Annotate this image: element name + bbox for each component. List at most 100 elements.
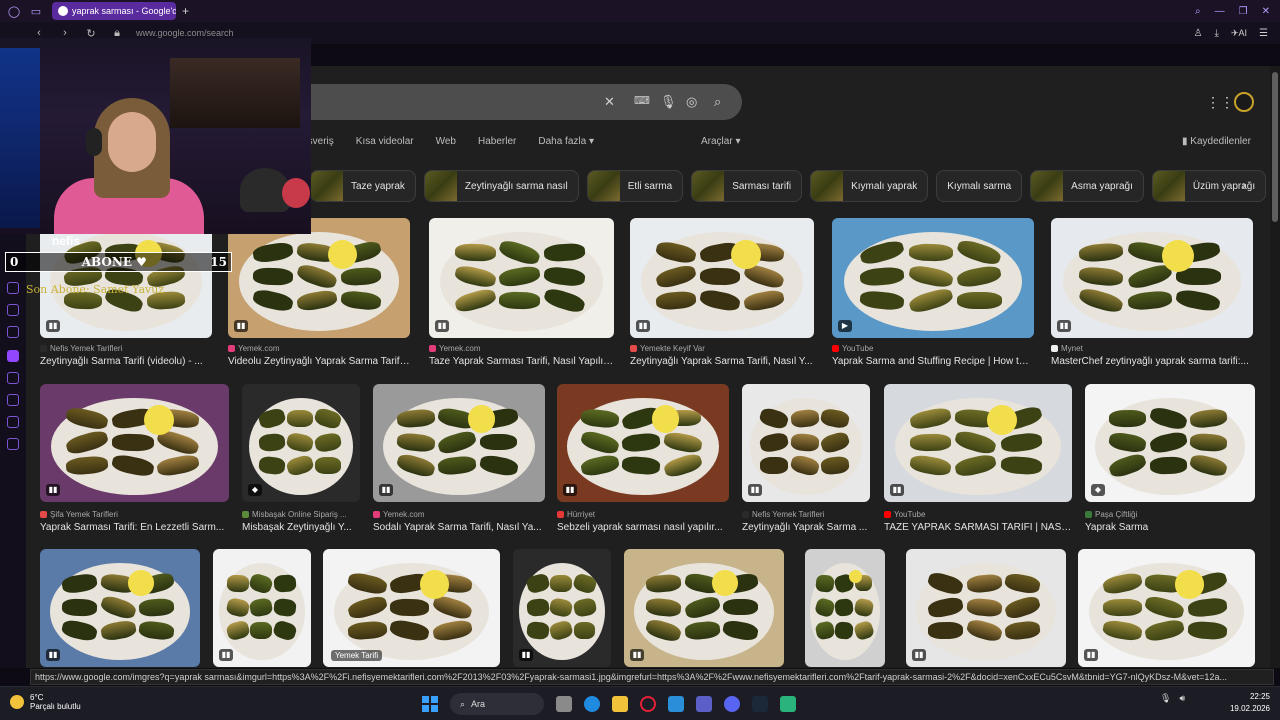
result-source[interactable]: Yemek.com [373,510,545,519]
result-image[interactable]: ▮▮ [228,218,410,338]
result-caption[interactable]: Yaprak Sarma [1085,522,1255,533]
minimize-icon[interactable]: — [1215,6,1225,17]
clear-icon[interactable]: ✕ [604,94,615,110]
result-image[interactable]: ◆ [1085,384,1255,502]
chip-related-search[interactable]: Kıymalı yaprak [810,170,929,202]
result-source[interactable]: Nefis Yemek Tarifleri [40,344,212,353]
result-image[interactable]: ▮▮ [40,384,229,502]
result-image[interactable]: ▮▮ [40,549,200,667]
profile-icon[interactable]: ♙ [1194,28,1203,39]
result-caption[interactable]: Sebzeli yaprak sarması nasıl yapılır... [557,522,729,533]
sidebar-instagram-icon[interactable] [7,326,19,338]
result-caption[interactable]: MasterChef zeytinyağlı yaprak sarma tari… [1051,356,1253,367]
chip-related-search[interactable]: Sarması tarifi [691,170,803,202]
result-image[interactable]: ▮▮ [630,218,814,338]
file-explorer-icon[interactable] [612,696,628,712]
chip-related-search[interactable]: Kıymalı sarma [936,170,1023,202]
new-tab-button[interactable]: + [182,4,189,18]
sidebar-history-icon[interactable] [7,282,19,294]
result-source[interactable]: YouTube [832,344,1034,353]
lens-icon[interactable]: ◎ [686,94,697,110]
tools-button[interactable]: Araçlar ▾ [701,136,741,147]
chip-related-search[interactable]: Zeytinyağlı sarma nasıl [423,170,579,202]
close-icon[interactable]: ✕ [1262,6,1270,17]
result-image[interactable]: ▮▮ [742,384,870,502]
result-image[interactable]: ▮▮ [513,549,611,667]
result-image[interactable]: ◆ [242,384,360,502]
result-source[interactable]: Nefis Yemek Tarifleri [742,510,870,519]
result-source[interactable]: Yemek.com [429,344,614,353]
opera-logo-icon[interactable]: ◯ [6,3,22,19]
app-icon[interactable] [780,696,796,712]
steam-icon[interactable] [752,696,768,712]
chip-related-search[interactable]: Etli sarma [586,170,684,202]
result-caption[interactable]: Sodalı Yaprak Sarma Tarifi, Nasıl Ya... [373,522,545,533]
chips-next-icon[interactable]: › [1242,178,1246,192]
maximize-icon[interactable]: ❐ [1239,6,1248,17]
scrollbar[interactable] [1270,66,1280,668]
chip-related-search[interactable]: Üzüm yaprağı [1151,170,1267,202]
sidebar-settings-icon[interactable] [7,438,19,450]
mic-icon[interactable]: 🎙︎ [660,94,677,110]
menu-icon[interactable]: ☰ [1259,28,1268,39]
download-icon[interactable]: ⤓ [1215,28,1219,39]
result-caption[interactable]: Zeytinyağlı Yaprak Sarma Tarifi, Nasıl Y… [630,356,814,367]
result-caption[interactable]: TAZE YAPRAK SARMASI TARİFİ | NASI... [884,522,1072,533]
result-caption[interactable]: Yaprak Sarma and Stuffing Recipe | How t… [832,356,1034,367]
sidebar-twitch-icon[interactable] [7,350,19,362]
result-caption[interactable]: Zeytinyağlı Sarma Tarifi (videolu) - ... [40,356,212,367]
scrollbar-thumb[interactable] [1272,72,1278,222]
result-image[interactable]: ▮▮ [557,384,729,502]
taskbar-search[interactable]: ⌕ Ara [450,693,544,715]
result-source[interactable]: Yemek.com [228,344,410,353]
edge-icon[interactable] [584,696,600,712]
sidebar-messenger-icon[interactable] [7,304,19,316]
filter-news[interactable]: Haberler [478,136,516,147]
sidebar-player-icon[interactable] [7,372,19,384]
sidebar-cube-icon[interactable] [7,416,19,428]
result-source[interactable]: YouTube [884,510,1072,519]
task-view-icon[interactable] [556,696,572,712]
saved-button[interactable]: ▮ Kaydedilenler [1182,136,1251,147]
result-caption[interactable]: Misbaşak Zeytinyağlı Y... [242,522,360,533]
opera-gx-icon[interactable] [640,696,656,712]
result-caption[interactable]: Videolu Zeytinyağlı Yaprak Sarma Tarifi … [228,356,410,367]
ai-button[interactable]: ✈AI [1231,28,1247,39]
result-image[interactable] [805,549,885,667]
search-icon[interactable]: ⌕ [714,94,721,110]
search-tabs-icon[interactable]: ⌕ [1195,6,1201,17]
result-caption[interactable]: Yaprak Sarması Tarifi: En Lezzetli Sarm.… [40,522,229,533]
mic-tray-icon[interactable]: 🎙︎ [1160,693,1171,704]
weather-widget[interactable]: 6°C Parçalı bulutlu [10,693,81,711]
result-image[interactable]: ▮▮ [884,384,1072,502]
result-source[interactable]: Mynet [1051,344,1253,353]
discord-icon[interactable] [724,696,740,712]
result-source[interactable]: Paşa Çiftliği [1085,510,1255,519]
result-image[interactable]: ▮▮ [1051,218,1253,338]
volume-icon[interactable]: 🔊︎ [1179,693,1185,704]
result-image[interactable]: ▮▮ [1078,549,1255,667]
result-image[interactable]: ▶ [832,218,1034,338]
tab-menu-icon[interactable]: ▭ [28,3,44,19]
result-source[interactable]: Hürriyet [557,510,729,519]
teams-icon[interactable] [696,696,712,712]
result-caption[interactable]: Taze Yaprak Sarması Tarifi, Nasıl Yapılı… [429,356,614,367]
result-source[interactable]: Şifa Yemek Tarifleri [40,510,229,519]
store-icon[interactable] [668,696,684,712]
apps-grid-icon[interactable]: ⋮⋮ [1206,94,1234,111]
result-source[interactable]: Misbaşak Online Sipariş ... [242,510,360,519]
filter-web[interactable]: Web [436,136,456,147]
result-image[interactable]: Yemek Tarifi [323,549,500,667]
clock[interactable]: 22:25 19.02.2026 [1220,691,1270,715]
result-image[interactable]: ▮▮ [429,218,614,338]
account-avatar[interactable] [1234,92,1254,112]
url-field[interactable]: www.google.com/search [136,28,234,38]
result-image[interactable]: ▮▮ [213,549,311,667]
filter-short-videos[interactable]: Kısa videolar [356,136,414,147]
filter-more[interactable]: Daha fazla ▾ [538,136,594,147]
result-caption[interactable]: Zeytinyağlı Yaprak Sarma ... [742,522,870,533]
tab-active[interactable]: yaprak sarması - Google'da [52,2,176,20]
result-image[interactable]: ▮▮ [624,549,784,667]
chip-related-search[interactable]: Taze yaprak [310,170,416,202]
windows-start-icon[interactable] [422,696,438,712]
